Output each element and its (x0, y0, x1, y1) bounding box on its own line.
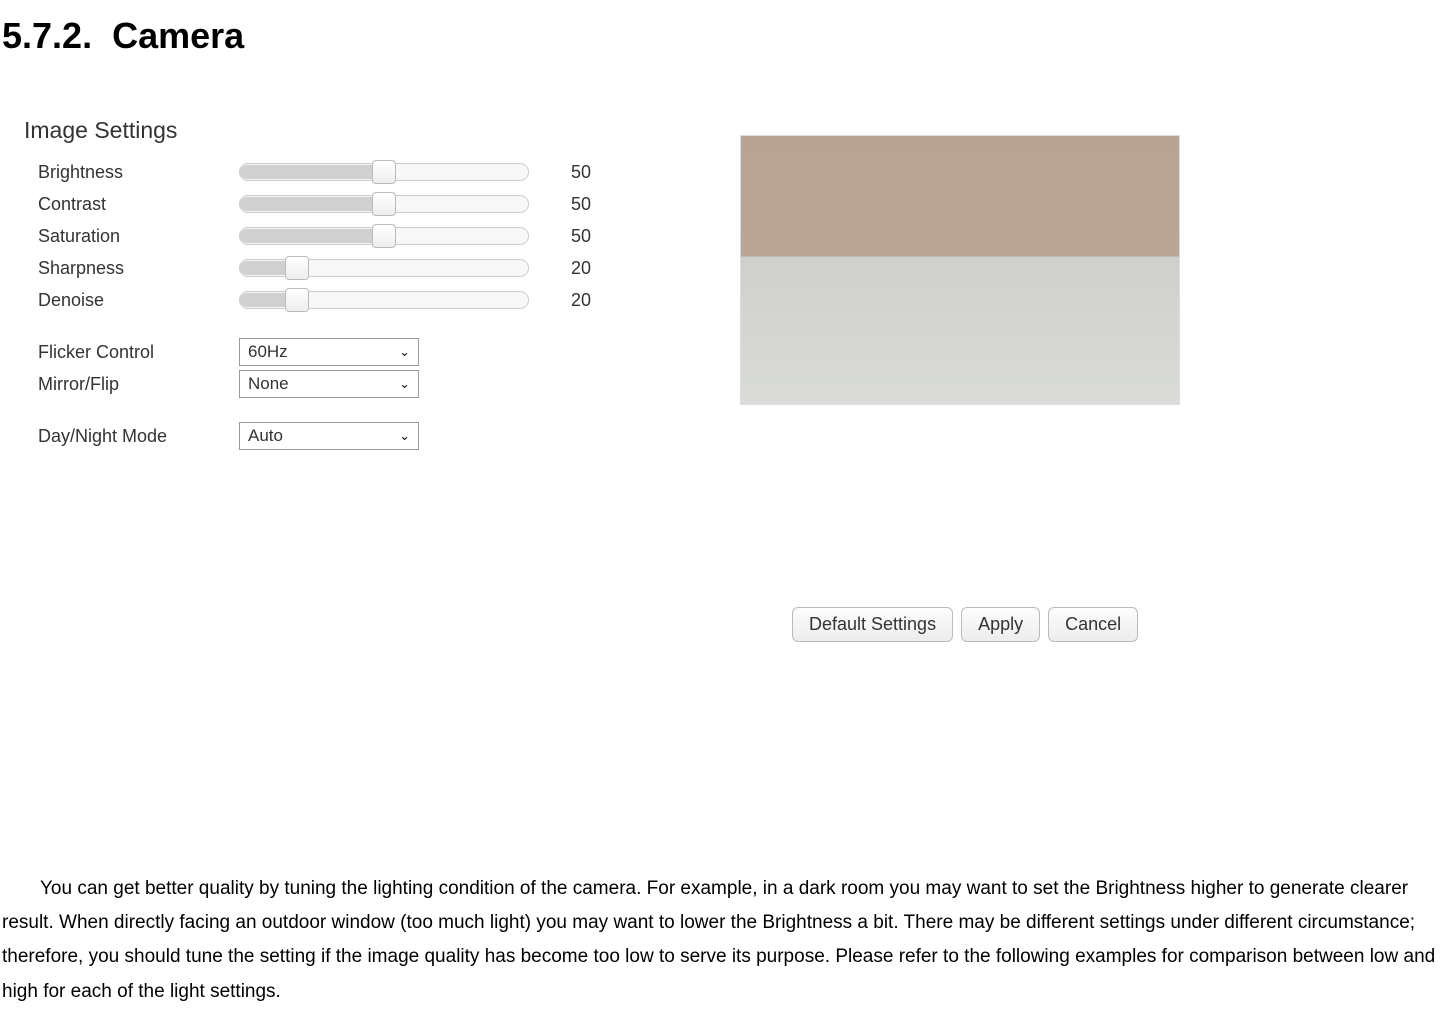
mirror-value: None (248, 374, 289, 394)
settings-list: Brightness 50 Contrast 50 Saturation 50 … (24, 156, 1445, 452)
brightness-slider[interactable] (239, 161, 529, 183)
denoise-slider[interactable] (239, 289, 529, 311)
contrast-row: Contrast 50 (24, 188, 1445, 220)
section-number: 5.7.2. (2, 15, 92, 56)
default-settings-button[interactable]: Default Settings (792, 607, 953, 642)
saturation-label: Saturation (24, 226, 239, 247)
flicker-label: Flicker Control (24, 342, 239, 363)
mirror-select[interactable]: None ⌄ (239, 370, 419, 398)
cancel-button[interactable]: Cancel (1048, 607, 1138, 642)
denoise-value: 20 (529, 290, 599, 311)
brightness-label: Brightness (24, 162, 239, 183)
section-heading: 5.7.2. Camera (0, 15, 1445, 57)
apply-button[interactable]: Apply (961, 607, 1040, 642)
contrast-slider[interactable] (239, 193, 529, 215)
action-buttons: Default Settings Apply Cancel (792, 607, 1138, 652)
daynight-value: Auto (248, 426, 283, 446)
daynight-label: Day/Night Mode (24, 426, 239, 447)
daynight-row: Day/Night Mode Auto ⌄ (24, 420, 1445, 452)
saturation-row: Saturation 50 (24, 220, 1445, 252)
mirror-label: Mirror/Flip (24, 374, 239, 395)
brightness-row: Brightness 50 (24, 156, 1445, 188)
flicker-value: 60Hz (248, 342, 288, 362)
saturation-slider[interactable] (239, 225, 529, 247)
contrast-label: Contrast (24, 194, 239, 215)
denoise-row: Denoise 20 (24, 284, 1445, 316)
saturation-value: 50 (529, 226, 599, 247)
sharpness-label: Sharpness (24, 258, 239, 279)
flicker-row: Flicker Control 60Hz ⌄ (24, 336, 1445, 368)
daynight-select[interactable]: Auto ⌄ (239, 422, 419, 450)
camera-preview-image (740, 135, 1180, 405)
sharpness-slider[interactable] (239, 257, 529, 279)
sharpness-value: 20 (529, 258, 599, 279)
chevron-down-icon: ⌄ (399, 428, 410, 444)
panel-title: Image Settings (24, 117, 1445, 144)
chevron-down-icon: ⌄ (399, 376, 410, 392)
body-paragraph: You can get better quality by tuning the… (0, 872, 1445, 1009)
contrast-value: 50 (529, 194, 599, 215)
denoise-label: Denoise (24, 290, 239, 311)
section-title: Camera (112, 15, 244, 56)
brightness-value: 50 (529, 162, 599, 183)
sharpness-row: Sharpness 20 (24, 252, 1445, 284)
flicker-select[interactable]: 60Hz ⌄ (239, 338, 419, 366)
chevron-down-icon: ⌄ (399, 344, 410, 360)
settings-ui: Image Settings Brightness 50 Contrast 50… (0, 117, 1445, 452)
mirror-row: Mirror/Flip None ⌄ (24, 368, 1445, 400)
